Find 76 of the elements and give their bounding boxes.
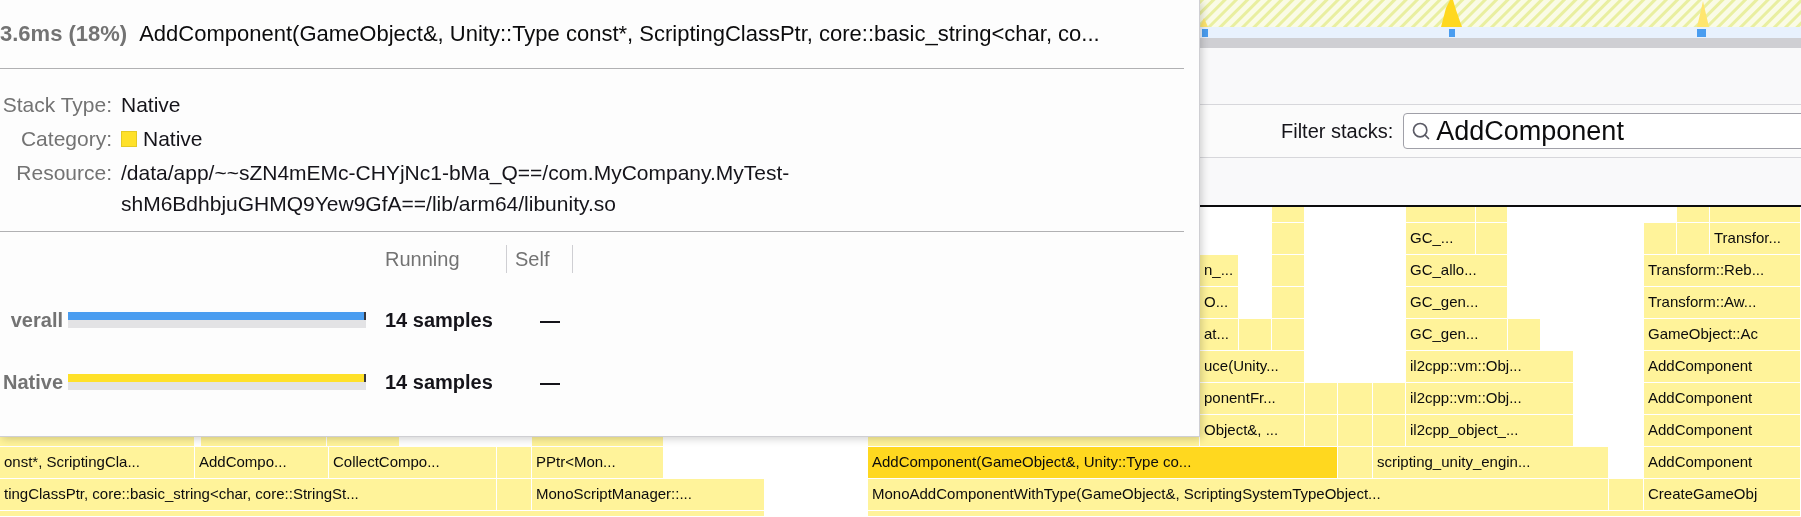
sample-duration: 3.6ms (18%) — [0, 21, 128, 47]
flame-block[interactable] — [1338, 415, 1373, 447]
self-count: — — [540, 308, 560, 332]
flame-cell[interactable]: GameObject::Ac — [1644, 319, 1801, 351]
detail-value: /data/app/~~sZN4mEMc-CHYjNc1-bMa_Q==/com.MyCompany.MyTest-shM6BdhbjuGHMQ9Yew9GfA==/lib/arm64/libunity.so — [121, 160, 791, 217]
flame-cell[interactable]: GC_gen... — [1406, 319, 1508, 351]
flame-block[interactable] — [0, 511, 765, 517]
column-header: Running — [377, 245, 507, 273]
function-name: AddComponent(GameObject&, Unity::Type const*, ScriptingClassPtr, core::basic_string<char, co... — [139, 21, 1100, 47]
self-count: — — [540, 370, 560, 394]
flame-block[interactable] — [1373, 383, 1406, 415]
category-label: Native — [1, 370, 63, 394]
flame-block[interactable] — [1508, 319, 1541, 351]
flame-block[interactable] — [1373, 415, 1406, 447]
flame-cell[interactable]: AddComponent(GameObject&, Unity::Type co... — [868, 447, 1338, 479]
flame-cell[interactable]: onst*, ScriptingCla... — [0, 447, 195, 479]
flame-cell[interactable]: Transform::Aw... — [1644, 287, 1801, 319]
flame-cell[interactable]: AddComponent — [1644, 383, 1801, 415]
flame-block[interactable] — [1710, 207, 1801, 223]
detail-value: Native — [121, 92, 181, 118]
sample-count: 14 samples — [385, 308, 494, 332]
flame-cell[interactable]: Transform::Reb... — [1644, 255, 1801, 287]
flame-block[interactable] — [1677, 223, 1710, 255]
column-header: Self — [507, 245, 573, 273]
flame-block[interactable] — [1272, 287, 1305, 319]
flame-block[interactable] — [1272, 207, 1305, 223]
flame-cell[interactable]: MonoAddComponentWithType(GameObject&, ScriptingSystemTypeObject... — [868, 479, 1609, 511]
flame-block[interactable] — [1338, 383, 1373, 415]
flame-cell[interactable]: Transfor... — [1710, 223, 1801, 255]
filter-field[interactable]: AddComponent — [1403, 113, 1801, 149]
flame-cell[interactable]: GC_allo... — [1406, 255, 1508, 287]
flame-cell[interactable]: CreateGameObj — [1644, 479, 1801, 511]
flame-cell[interactable]: AddComponent — [1644, 351, 1801, 383]
flame-block[interactable] — [1677, 207, 1710, 223]
flame-cell[interactable]: at... — [1200, 319, 1239, 351]
flame-cell[interactable]: n_... — [1200, 255, 1239, 287]
flame-block[interactable] — [1272, 255, 1305, 287]
flame-cell[interactable]: tingClassPtr, core::basic_string<char, core::StringSt... — [0, 479, 497, 511]
flame-cell[interactable]: il2cpp::vm::Obj... — [1406, 351, 1574, 383]
flame-cell[interactable]: il2cpp_object_... — [1406, 415, 1574, 447]
detail-label: Resource: — [15, 160, 112, 186]
filter-label: Filter stacks: — [1281, 119, 1394, 143]
flame-block[interactable] — [1476, 223, 1508, 255]
flame-block[interactable] — [1406, 207, 1476, 223]
flame-block[interactable] — [868, 511, 1801, 517]
flame-block[interactable] — [1644, 223, 1677, 255]
flame-cell[interactable]: scripting_unity_engin... — [1373, 447, 1609, 479]
flame-block[interactable] — [1239, 319, 1272, 351]
flame-cell[interactable]: AddCompo... — [195, 447, 329, 479]
flame-block[interactable] — [1272, 319, 1305, 351]
flame-cell[interactable]: Object&, ... — [1200, 415, 1305, 447]
detail-value: Native — [143, 126, 203, 152]
category-label: verall — [9, 308, 63, 332]
flame-cell[interactable]: AddComponent — [1644, 447, 1801, 479]
search-icon — [1411, 121, 1432, 141]
flame-cell[interactable]: O... — [1200, 287, 1239, 319]
flame-cell[interactable]: uce(Unity... — [1200, 351, 1305, 383]
flame-block[interactable] — [1305, 383, 1338, 415]
detail-label: Category: — [19, 126, 112, 152]
flame-block[interactable] — [1305, 415, 1338, 447]
flame-cell[interactable]: GC_... — [1406, 223, 1476, 255]
sample-count: 14 samples — [385, 370, 494, 394]
flame-cell[interactable]: il2cpp::vm::Obj... — [1406, 383, 1574, 415]
flame-block[interactable] — [1338, 447, 1373, 479]
flame-block[interactable] — [1609, 479, 1644, 511]
flame-cell[interactable]: ponentFr... — [1200, 383, 1305, 415]
flame-cell[interactable]: PPtr<Mon... — [532, 447, 664, 479]
flame-cell[interactable]: CollectCompo... — [329, 447, 497, 479]
flame-cell[interactable]: MonoScriptManager::... — [532, 479, 765, 511]
flame-block[interactable] — [497, 479, 532, 511]
flame-cell[interactable]: AddComponent — [1644, 415, 1801, 447]
flame-cell[interactable]: GC_gen... — [1406, 287, 1508, 319]
flame-block[interactable] — [1272, 223, 1305, 255]
flame-block[interactable] — [1476, 207, 1508, 223]
flame-block[interactable] — [497, 447, 532, 479]
detail-label: Stack Type: — [1, 92, 112, 118]
